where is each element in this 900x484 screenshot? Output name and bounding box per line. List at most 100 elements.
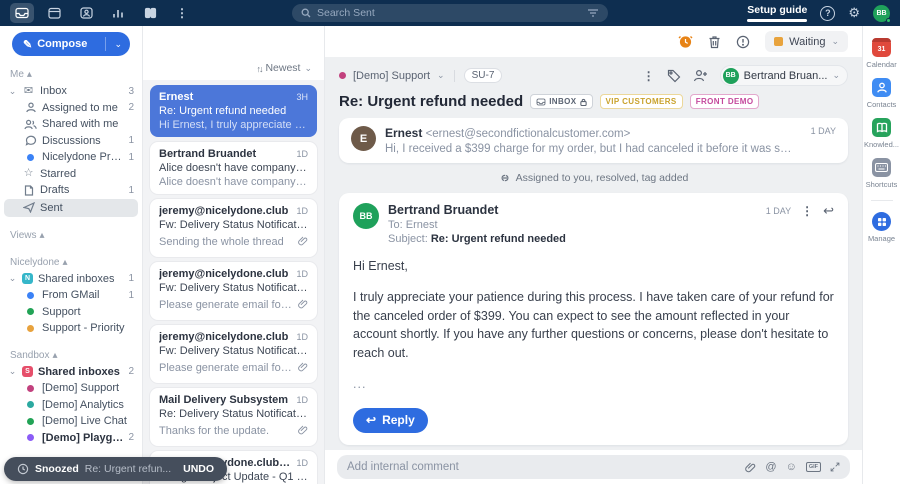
front-demo-badge[interactable]: FRONT DEMO bbox=[689, 94, 760, 109]
sidebar-item-demo-playground[interactable]: [Demo] Playground 2 bbox=[0, 430, 142, 447]
section-header-views[interactable]: Views ▴ bbox=[0, 225, 142, 244]
section-header-sandbox[interactable]: Sandbox ▴ bbox=[0, 345, 142, 364]
chevron-down-icon[interactable]: ⌄ bbox=[8, 366, 17, 377]
quoted-text-ellipsis[interactable]: ... bbox=[353, 375, 834, 394]
sidebar-item-support[interactable]: Support bbox=[0, 304, 142, 321]
email-list-item[interactable]: jeremy@nicelydone.club 1D Fw: Delivery St… bbox=[150, 262, 317, 320]
rail-item-shortcuts[interactable]: Shortcuts bbox=[863, 158, 900, 189]
trash-icon[interactable] bbox=[708, 35, 721, 49]
person-icon bbox=[25, 102, 36, 113]
inbox-tray-icon bbox=[536, 98, 546, 105]
thread-inbox-selector[interactable]: [Demo] Support bbox=[353, 70, 430, 82]
filter-icon[interactable] bbox=[587, 8, 599, 18]
gif-icon[interactable]: GIF bbox=[805, 462, 821, 472]
tag-icon[interactable] bbox=[667, 69, 681, 83]
collapse-icon: ▴ bbox=[62, 256, 68, 268]
attachment-icon bbox=[298, 296, 308, 314]
attachment-icon bbox=[298, 422, 308, 440]
people-icon bbox=[24, 119, 37, 130]
star-icon: ☆ bbox=[23, 167, 34, 180]
message-body: Hi Ernest, I truly appreciate your patie… bbox=[353, 257, 834, 433]
sidebar-item-discussions[interactable]: Discussions 1 bbox=[0, 133, 142, 150]
thread-more-icon[interactable]: ⋮ bbox=[643, 69, 655, 83]
analytics-nav-icon[interactable] bbox=[106, 3, 130, 23]
email-list: ↑↓ Newest ⌄ Ernest 3H Re: Urgent refund n… bbox=[143, 26, 325, 484]
sidebar-item-starred[interactable]: ☆ Starred bbox=[0, 166, 142, 183]
channel-dot bbox=[27, 384, 34, 392]
rail-item-calendar[interactable]: 31 Calendar bbox=[863, 38, 900, 69]
email-list-item[interactable]: Bertrand Bruandet 1D Alice doesn't have c… bbox=[150, 142, 317, 194]
internal-comment-input[interactable]: Add internal comment @ ☺ GIF bbox=[337, 455, 850, 479]
mail-nav-icon[interactable] bbox=[10, 3, 34, 23]
chevron-down-icon[interactable]: ⌄ bbox=[8, 86, 17, 97]
sidebar-item-drafts[interactable]: Drafts 1 bbox=[0, 182, 142, 199]
reply-arrow-icon[interactable]: ↩ bbox=[823, 203, 834, 219]
collapsed-message[interactable]: E Ernest <ernest@secondfictionalcustomer… bbox=[339, 118, 848, 163]
mention-icon[interactable]: @ bbox=[765, 461, 776, 473]
collapse-icon: ▴ bbox=[52, 349, 58, 361]
calendar-nav-icon[interactable] bbox=[42, 3, 66, 23]
sidebar-item-shared-with-me[interactable]: Shared with me bbox=[0, 116, 142, 133]
sidebar-item-support-priority[interactable]: Support - Priority bbox=[0, 320, 142, 337]
sidebar-item-inbox[interactable]: ⌄ ✉ Inbox 3 bbox=[0, 83, 142, 100]
sidebar-item-sandbox-shared-inboxes[interactable]: ⌄ S Shared inboxes 2 bbox=[0, 364, 142, 381]
sidebar-item-sent[interactable]: Sent bbox=[4, 198, 138, 217]
contacts-nav-icon[interactable] bbox=[74, 3, 98, 23]
settings-gear-icon[interactable]: ⚙ bbox=[848, 5, 860, 21]
message-more-icon[interactable]: ⋮ bbox=[801, 204, 813, 218]
contacts-icon bbox=[872, 78, 891, 97]
sidebar-item-nicelydone-shared-inboxes[interactable]: ⌄ N Shared inboxes 1 bbox=[0, 271, 142, 288]
status-dropdown[interactable]: Waiting ⌄ bbox=[765, 31, 848, 52]
thread-header: [Demo] Support ⌄ SU-7 ⋮ BB Bertrand Brua… bbox=[325, 57, 862, 86]
compose-button[interactable]: ✎ Compose ⌄ bbox=[12, 32, 130, 56]
rail-item-knowledge[interactable]: Knowled... bbox=[863, 118, 900, 149]
waiting-color-square bbox=[774, 37, 784, 46]
snoozed-toast: Snoozed Re: Urgent refun... UNDO bbox=[4, 457, 228, 481]
section-header-nicelydone[interactable]: Nicelydone ▴ bbox=[0, 252, 142, 271]
split-view-nav-icon[interactable] bbox=[138, 3, 162, 23]
section-header-me[interactable]: Me ▴ bbox=[0, 64, 142, 83]
setup-progress-bar bbox=[747, 19, 808, 22]
assignee-avatar: BB bbox=[722, 67, 739, 84]
rail-item-contacts[interactable]: Contacts bbox=[863, 78, 900, 109]
setup-guide[interactable]: Setup guide bbox=[747, 4, 808, 22]
email-list-item[interactable]: jeremy@nicelydone.club 1D Fw: Delivery St… bbox=[150, 199, 317, 257]
attachment-icon bbox=[298, 233, 308, 251]
user-avatar[interactable]: BB bbox=[873, 4, 891, 23]
chevron-down-icon[interactable]: ⌄ bbox=[8, 273, 17, 284]
sidebar-item-demo-live-chat[interactable]: [Demo] Live Chat bbox=[0, 413, 142, 430]
sidebar-item-from-gmail[interactable]: From GMail 1 bbox=[0, 287, 142, 304]
undo-button[interactable]: UNDO bbox=[183, 463, 214, 475]
sidebar-item-nicelydone-products[interactable]: Nicelydone Products 1 bbox=[0, 149, 142, 166]
knowledge-book-icon bbox=[872, 118, 891, 137]
inbox-badge[interactable]: INBOX bbox=[530, 94, 593, 109]
attach-file-icon[interactable] bbox=[745, 462, 756, 473]
channel-dot bbox=[27, 153, 34, 161]
help-icon[interactable]: ? bbox=[820, 5, 836, 21]
ticket-id-badge[interactable]: SU-7 bbox=[463, 68, 503, 83]
chevron-down-icon: ⌄ bbox=[831, 36, 839, 46]
compose-dropdown[interactable]: ⌄ bbox=[106, 39, 130, 50]
alert-icon[interactable] bbox=[736, 35, 750, 49]
conversation-pane: Waiting ⌄ [Demo] Support ⌄ SU-7 ⋮ BB Ber… bbox=[325, 26, 862, 484]
search-input[interactable]: Search Sent bbox=[292, 4, 608, 22]
vip-customers-badge[interactable]: VIP CUSTOMERS bbox=[599, 94, 683, 109]
reply-button[interactable]: ↩ Reply bbox=[353, 407, 428, 433]
expand-icon[interactable] bbox=[830, 462, 840, 472]
sidebar-item-demo-support[interactable]: [Demo] Support bbox=[0, 380, 142, 397]
clock-icon bbox=[17, 463, 29, 475]
emoji-icon[interactable]: ☺ bbox=[786, 461, 797, 473]
rail-item-manage[interactable]: Manage bbox=[863, 212, 900, 243]
sort-control[interactable]: ↑↓ Newest ⌄ bbox=[143, 26, 324, 80]
thread-scroll-area[interactable]: E Ernest <ernest@secondfictionalcustomer… bbox=[325, 118, 862, 450]
assignee-selector[interactable]: BB Bertrand Bruan... ⌄ bbox=[719, 65, 848, 86]
sidebar-item-demo-analytics[interactable]: [Demo] Analytics bbox=[0, 397, 142, 414]
sender-name: Bertrand Bruandet bbox=[388, 203, 499, 217]
email-list-item[interactable]: jeremy@nicelydone.club 1D Fw: Delivery St… bbox=[150, 325, 317, 383]
email-list-item[interactable]: Ernest 3H Re: Urgent refund needed Hi Ern… bbox=[150, 85, 317, 137]
assign-person-icon[interactable] bbox=[693, 69, 708, 82]
snooze-icon[interactable] bbox=[678, 34, 693, 49]
more-nav-icon[interactable]: ⋮ bbox=[170, 3, 194, 23]
email-list-item[interactable]: Mail Delivery Subsystem 1D Re: Delivery S… bbox=[150, 388, 317, 446]
sidebar-item-assigned-to-me[interactable]: Assigned to me 2 bbox=[0, 100, 142, 117]
